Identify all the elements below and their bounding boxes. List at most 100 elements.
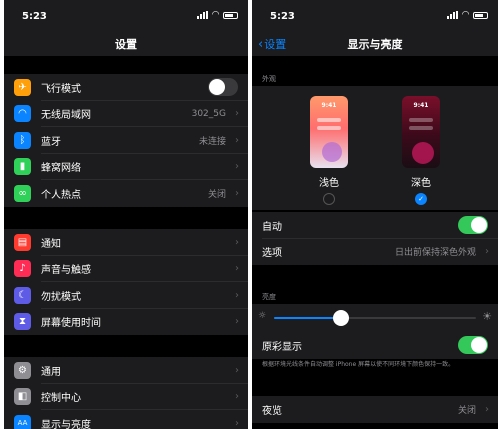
- settings-row-label: 勿扰模式: [41, 291, 81, 303]
- settings-row-label: 飞行模式: [41, 83, 81, 95]
- chevron-right-icon: ›: [235, 187, 239, 199]
- settings-row-label: 屏幕使用时间: [41, 318, 101, 330]
- chevron-right-icon: ›: [235, 236, 239, 248]
- chevron-right-icon: ›: [235, 108, 239, 120]
- night-shift-label: 夜览: [262, 405, 282, 417]
- true-tone-label: 原彩显示: [262, 341, 302, 353]
- settings-row-label: 通知: [41, 238, 61, 250]
- status-bar: 5:23 ◠: [4, 0, 248, 30]
- sound-icon: ♪: [14, 260, 31, 278]
- settings-row[interactable]: ◠ 无线局域网 302_5G ›: [4, 101, 248, 127]
- settings-row-label: 控制中心: [41, 393, 81, 405]
- true-tone-toggle[interactable]: [458, 336, 488, 355]
- settings-row-label: 显示与亮度: [41, 419, 91, 429]
- settings-row[interactable]: ✈ 飞行模式: [4, 74, 248, 101]
- brightness-slider-thumb[interactable]: [332, 310, 349, 326]
- notifications-group: ▤ 通知 › ♪ 声音与触感 › ☾ 勿扰模式 › ⧗ 屏幕使用时间 ›: [4, 229, 248, 335]
- settings-row[interactable]: ⚙ 通用 ›: [4, 357, 248, 384]
- brightness-group: ☼ ☀: [252, 304, 498, 332]
- settings-row-label: 蓝牙: [41, 136, 61, 148]
- signal-icon: [447, 11, 459, 19]
- brightness-header: 亮度: [262, 293, 276, 301]
- wifi-icon: ◠: [14, 105, 31, 123]
- chevron-right-icon: ›: [235, 391, 239, 403]
- settings-row[interactable]: ᛒ 蓝牙 未连接 ›: [4, 127, 248, 154]
- settings-row-label: 个人热点: [41, 189, 81, 201]
- nav-bar: 设置: [4, 30, 248, 56]
- wifi-status-icon: ◠: [212, 10, 219, 20]
- night-shift-value: 关闭: [457, 405, 476, 416]
- chevron-right-icon: ›: [235, 316, 239, 328]
- airplane-icon: ✈: [14, 78, 31, 96]
- status-time: 5:23: [22, 11, 47, 22]
- brightness-slider[interactable]: [274, 310, 476, 326]
- display-brightness-screen: 5:23 ◠ ‹ 设置 显示与亮度 外观 9:41 浅色 9:41 深色 ✓ 自…: [252, 0, 498, 429]
- light-preview-time: 9:41: [321, 102, 337, 109]
- status-time: 5:23: [270, 11, 295, 22]
- signal-icon: [197, 11, 209, 19]
- chevron-right-icon: ›: [235, 161, 239, 173]
- hourglass-icon: ⧗: [14, 313, 31, 331]
- bluetooth-icon: ᛒ: [14, 131, 31, 149]
- light-mode-radio[interactable]: [323, 193, 335, 205]
- dark-mode-preview[interactable]: 9:41: [402, 96, 440, 168]
- dark-preview-time: 9:41: [413, 102, 429, 109]
- options-value: 日出前保持深色外观: [394, 248, 476, 259]
- chevron-right-icon: ›: [235, 289, 239, 301]
- options-row[interactable]: 选项 日出前保持深色外观 ›: [252, 239, 498, 266]
- settings-row[interactable]: ☾ 勿扰模式 ›: [4, 282, 248, 309]
- battery-icon: [223, 11, 238, 19]
- settings-row[interactable]: ◧ 控制中心 ›: [4, 384, 248, 410]
- true-tone-description: 根据环境光线条件自动调整 iPhone 屏幕以使不同环境下颜色保持一致。: [262, 361, 455, 368]
- settings-row-label: 声音与触感: [41, 265, 91, 277]
- wifi-status-icon: ◠: [462, 10, 469, 20]
- notification-icon: ▤: [14, 233, 31, 251]
- light-mode-label: 浅色: [319, 178, 339, 189]
- sun-small-icon: ☼: [258, 311, 267, 321]
- light-mode-preview[interactable]: 9:41: [310, 96, 348, 168]
- dark-mode-label: 深色: [411, 178, 431, 189]
- general-group: ⚙ 通用 › ◧ 控制中心 › AA 显示与亮度 ›: [4, 357, 248, 429]
- auto-row: 自动: [252, 212, 498, 239]
- status-bar: 5:23 ◠: [252, 0, 498, 30]
- true-tone-row: 原彩显示: [252, 332, 498, 359]
- settings-row-label: 无线局域网: [41, 110, 91, 122]
- chevron-right-icon: ›: [235, 263, 239, 275]
- auto-options-group: 自动 选项 日出前保持深色外观 ›: [252, 212, 498, 265]
- chevron-right-icon: ›: [235, 134, 239, 146]
- settings-row-value: 302_5G: [191, 108, 226, 119]
- night-shift-row[interactable]: 夜览 关闭 ›: [252, 396, 498, 423]
- nav-bar: ‹ 设置 显示与亮度: [252, 30, 498, 56]
- brightness-slider-fill: [274, 317, 341, 319]
- settings-row[interactable]: ∞ 个人热点 关闭 ›: [4, 180, 248, 207]
- connectivity-group: ✈ 飞行模式 ◠ 无线局域网 302_5G › ᛒ 蓝牙 未连接 › ▮ 蜂窝网络 › ∞ 个人热点 关闭 ›: [4, 74, 248, 207]
- settings-row[interactable]: ▮ 蜂窝网络 ›: [4, 154, 248, 180]
- chevron-right-icon: ›: [485, 403, 489, 415]
- settings-row[interactable]: ⧗ 屏幕使用时间 ›: [4, 309, 248, 336]
- settings-row[interactable]: ▤ 通知 ›: [4, 229, 248, 256]
- settings-row-label: 通用: [41, 366, 61, 378]
- appearance-group: 9:41 浅色 9:41 深色 ✓: [252, 86, 498, 210]
- settings-row[interactable]: ♪ 声音与触感 ›: [4, 256, 248, 282]
- true-tone-group: 原彩显示: [252, 332, 498, 359]
- auto-label: 自动: [262, 221, 282, 233]
- chevron-right-icon: ›: [485, 246, 489, 258]
- battery-icon: [473, 11, 488, 19]
- settings-row-value: 未连接: [198, 136, 226, 147]
- night-shift-group: 夜览 关闭 ›: [252, 396, 498, 423]
- sun-large-icon: ☀: [482, 310, 492, 323]
- checkmark-icon: ✓: [418, 195, 424, 203]
- options-label: 选项: [262, 248, 282, 260]
- settings-row-label: 蜂窝网络: [41, 163, 81, 175]
- dark-mode-radio[interactable]: ✓: [415, 193, 427, 205]
- chevron-right-icon: ›: [235, 417, 239, 429]
- settings-row[interactable]: AA 显示与亮度 ›: [4, 410, 248, 429]
- settings-screen: 5:23 ◠ 设置 ✈ 飞行模式 ◠ 无线局域网 302_5G › ᛒ 蓝牙 未连接 › ▮ 蜂窝网络…: [4, 0, 248, 429]
- moon-icon: ☾: [14, 286, 31, 304]
- auto-toggle[interactable]: [458, 216, 488, 235]
- appearance-header: 外观: [262, 75, 276, 83]
- settings-row-value: 关闭: [207, 189, 226, 200]
- airplane-mode-toggle[interactable]: [208, 78, 238, 97]
- hotspot-icon: ∞: [14, 184, 31, 202]
- cellular-icon: ▮: [14, 158, 31, 176]
